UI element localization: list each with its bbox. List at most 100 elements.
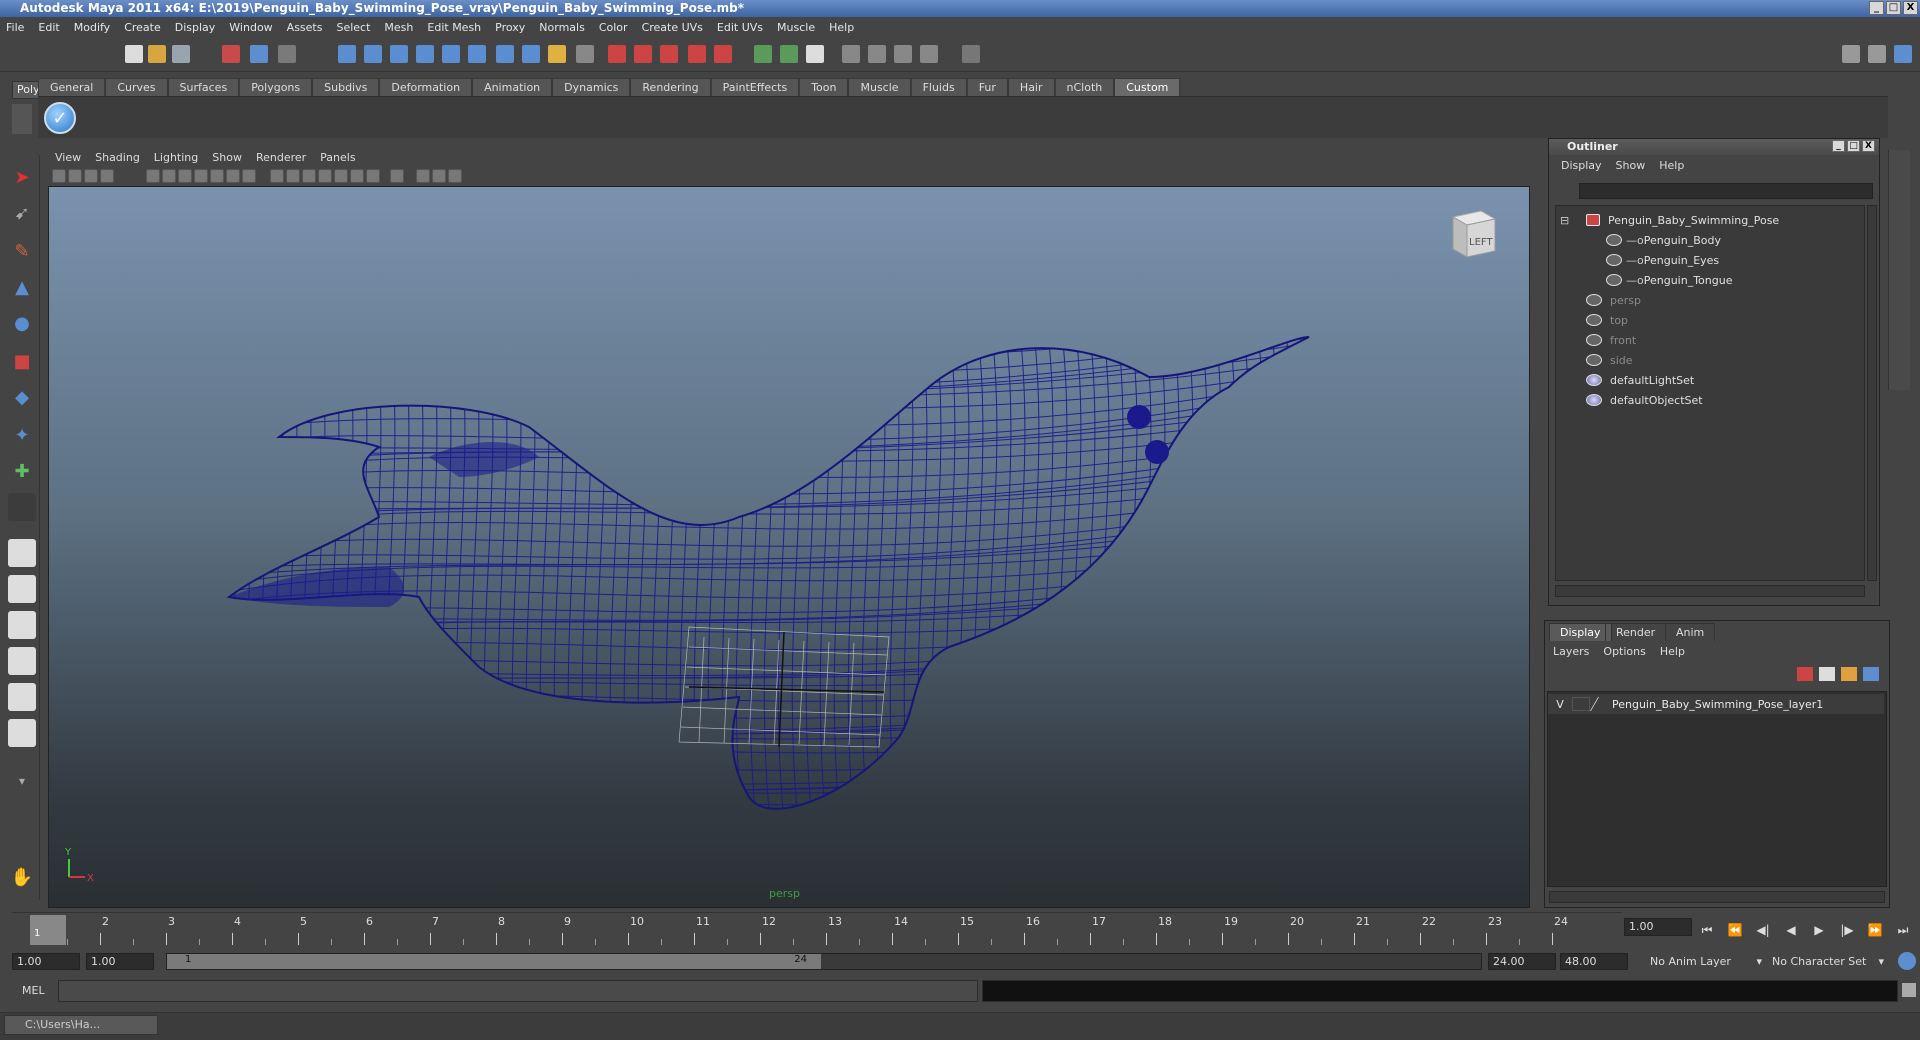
outliner-scrollbar[interactable]: [1867, 205, 1877, 581]
scale-tool-icon[interactable]: ■: [8, 347, 36, 375]
step-back-frame-icon[interactable]: ◀|: [1754, 923, 1772, 937]
range-bar[interactable]: 1 24: [167, 954, 821, 969]
outliner-menu-show[interactable]: Show: [1616, 159, 1646, 172]
shelf-tab-muscle[interactable]: Muscle: [848, 78, 911, 96]
shelf-tab-rendering[interactable]: Rendering: [630, 78, 711, 96]
toggle-channel-box-icon[interactable]: [1894, 45, 1912, 63]
outliner-item[interactable]: side: [1586, 350, 1633, 370]
new-scene-icon[interactable]: [125, 45, 143, 63]
new-layer-icon[interactable]: [1797, 667, 1813, 681]
check-icon[interactable]: ✓: [44, 102, 76, 134]
render-current-icon[interactable]: [608, 45, 626, 63]
shadows-icon[interactable]: [366, 169, 380, 183]
shelf-tab-custom[interactable]: Custom: [1114, 78, 1181, 96]
outliner-item[interactable]: top: [1586, 310, 1628, 330]
smooth-shade-icon[interactable]: [286, 169, 300, 183]
shelf-tab-animation[interactable]: Animation: [472, 78, 553, 96]
camera-attr-icon[interactable]: [842, 45, 860, 63]
shelf-tab-fur[interactable]: Fur: [966, 78, 1008, 96]
menu-color[interactable]: Color: [599, 21, 628, 34]
snap-view-plane-icon[interactable]: [416, 45, 434, 63]
shelf-tab-curves[interactable]: Curves: [105, 78, 168, 96]
menu-window[interactable]: Window: [229, 21, 272, 34]
outliner-item[interactable]: front: [1586, 330, 1636, 350]
panel-menu-lighting[interactable]: Lighting: [154, 151, 198, 164]
toggle-scene-icon[interactable]: [754, 45, 772, 63]
layer-tab-display[interactable]: Display: [1549, 623, 1612, 641]
select-component-icon[interactable]: [278, 45, 296, 63]
shelf-tab-subdivs[interactable]: Subdivs: [312, 78, 380, 96]
play-forwards-icon[interactable]: ▶: [1810, 923, 1828, 937]
channel-box-tab[interactable]: [1888, 150, 1910, 390]
default-material-icon[interactable]: [318, 169, 332, 183]
command-input[interactable]: [58, 980, 978, 1002]
step-forward-key-icon[interactable]: ⏩: [1866, 923, 1884, 937]
layer-tab-render[interactable]: Render: [1605, 623, 1667, 641]
menu-assets[interactable]: Assets: [287, 21, 323, 34]
panel-menu-view[interactable]: View: [55, 151, 81, 164]
uv-editor-icon[interactable]: [868, 45, 886, 63]
outliner-menu-display[interactable]: Display: [1561, 159, 1602, 172]
hypershade-icon[interactable]: [688, 45, 706, 63]
menu-edit-mesh[interactable]: Edit Mesh: [427, 21, 481, 34]
layer-menu-help[interactable]: Help: [1660, 645, 1685, 658]
select-tool-icon[interactable]: ➤: [8, 163, 36, 191]
soft-mod-icon[interactable]: ✦: [8, 421, 36, 449]
step-back-key-icon[interactable]: ⏪: [1726, 923, 1744, 937]
shelf-options-icon[interactable]: [12, 104, 32, 134]
layer-h-scrollbar[interactable]: [1549, 891, 1885, 903]
outliner-persp-layout-icon[interactable]: [8, 611, 36, 639]
wireframe-on-shaded-icon[interactable]: [302, 169, 316, 183]
expand-icon[interactable]: ⊟: [1560, 214, 1569, 227]
move-tool-icon[interactable]: ▲: [8, 273, 36, 301]
shelf-tab-hair[interactable]: Hair: [1007, 78, 1055, 96]
outliner-item[interactable]: —o Penguin_Body: [1606, 230, 1721, 250]
outliner-item[interactable]: ⊟ Penguin_Baby_Swimming_Pose: [1560, 210, 1779, 230]
construction-icon[interactable]: [576, 45, 594, 63]
outliner-filter-field[interactable]: [1579, 183, 1873, 199]
play-backwards-icon[interactable]: ◀: [1782, 923, 1800, 937]
layer-move-down-icon[interactable]: [1863, 667, 1879, 681]
grid-toggle-icon[interactable]: [146, 169, 160, 183]
universal-manip-icon[interactable]: ◆: [8, 383, 36, 411]
layer-visibility-toggle[interactable]: V: [1548, 698, 1572, 711]
select-camera-icon[interactable]: [68, 169, 82, 183]
outliner-item[interactable]: defaultLightSet: [1586, 370, 1694, 390]
go-to-start-icon[interactable]: ⏮: [1698, 923, 1716, 937]
outliner-minimize-button[interactable]: _: [1832, 140, 1845, 152]
close-button[interactable]: X: [1903, 1, 1918, 15]
gate-mask-icon[interactable]: [194, 169, 208, 183]
use-all-lights-icon[interactable]: [350, 169, 364, 183]
resolution-gate-icon[interactable]: [178, 169, 192, 183]
script-editor-icon[interactable]: [1902, 983, 1916, 997]
panel-menu-renderer[interactable]: Renderer: [256, 151, 306, 164]
range-track[interactable]: 1 24: [166, 953, 1482, 970]
layer-from-selected-icon[interactable]: [1819, 667, 1835, 681]
outliner-close-button[interactable]: X: [1862, 140, 1875, 152]
panel-menu-show[interactable]: Show: [212, 151, 242, 164]
minimize-button[interactable]: _: [1869, 1, 1884, 15]
graph-persp-layout-icon[interactable]: [8, 647, 36, 675]
outliner-item[interactable]: defaultObjectSet: [1586, 390, 1703, 410]
four-pane-layout-icon[interactable]: [8, 575, 36, 603]
xray-icon[interactable]: [416, 169, 430, 183]
shelf-tab-toon[interactable]: Toon: [799, 78, 849, 96]
safe-action-icon[interactable]: [226, 169, 240, 183]
shelf-tab-fluids[interactable]: Fluids: [910, 78, 967, 96]
menu-normals[interactable]: Normals: [539, 21, 585, 34]
menu-help[interactable]: Help: [829, 21, 854, 34]
menu-edit-uvs[interactable]: Edit UVs: [717, 21, 763, 34]
textured-icon[interactable]: [334, 169, 348, 183]
outliner-graph-layout-icon[interactable]: [8, 719, 36, 747]
menu-create[interactable]: Create: [124, 21, 161, 34]
single-pane-layout-icon[interactable]: [8, 539, 36, 567]
outliner-item[interactable]: —o Penguin_Tongue: [1606, 270, 1732, 290]
hypershade-persp-layout-icon[interactable]: [8, 683, 36, 711]
current-frame-marker[interactable]: 1: [30, 915, 66, 945]
field-chart-icon[interactable]: [210, 169, 224, 183]
outliner-item[interactable]: persp: [1586, 290, 1641, 310]
playback-end-field[interactable]: 24.00: [1488, 953, 1556, 970]
menu-file[interactable]: File: [6, 21, 24, 34]
shelf-tab-surfaces[interactable]: Surfaces: [167, 78, 240, 96]
menu-modify[interactable]: Modify: [74, 21, 110, 34]
